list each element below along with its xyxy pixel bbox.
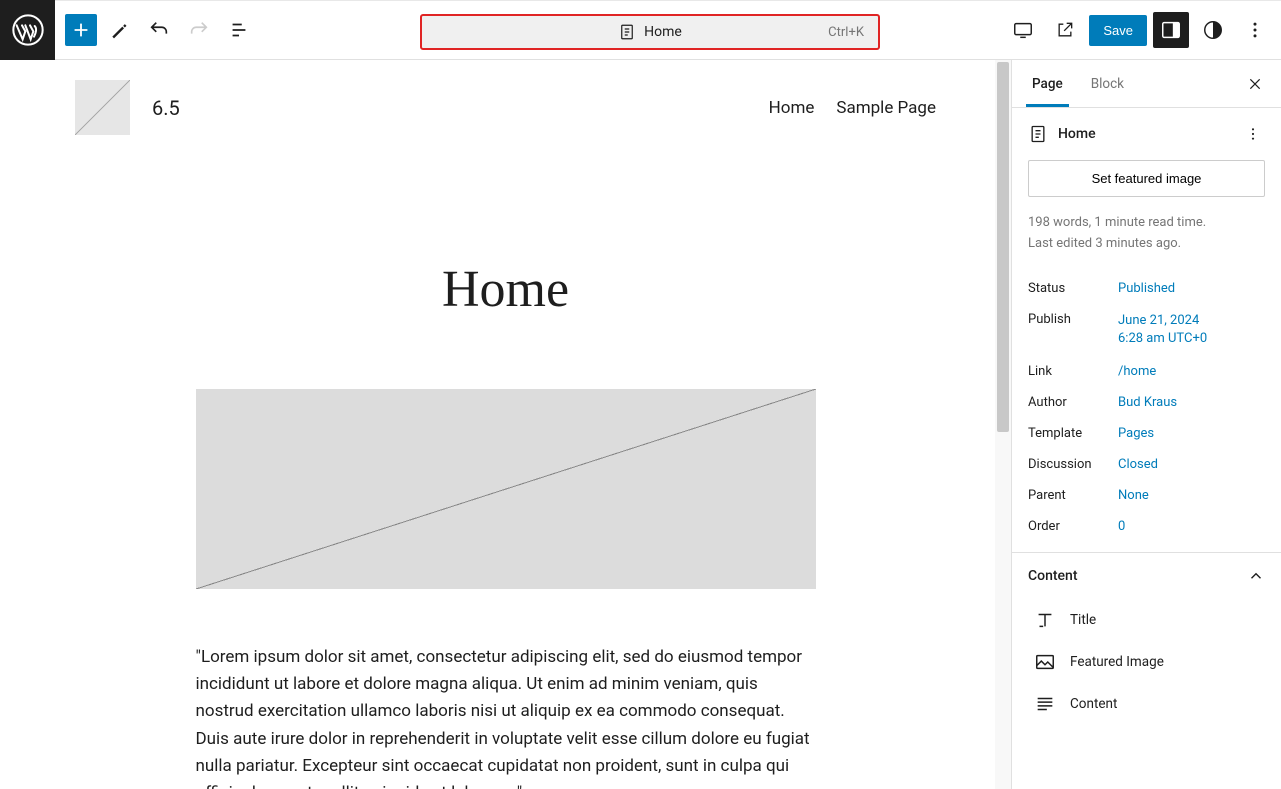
row-discussion: Discussion Closed	[1012, 449, 1281, 480]
styles-button[interactable]	[1195, 12, 1231, 48]
content-item-title[interactable]: Title	[1012, 599, 1281, 641]
toolbar-left-group	[55, 12, 257, 48]
add-block-button[interactable]	[65, 14, 97, 46]
site-title[interactable]: 6.5	[152, 96, 180, 120]
page-icon	[618, 23, 636, 41]
settings-sidebar: Page Block Home Set featured image 198 w…	[1011, 60, 1281, 789]
image-icon	[1034, 651, 1056, 673]
publish-value[interactable]: June 21, 2024 6:28 am UTC+0	[1118, 312, 1207, 348]
wordpress-logo[interactable]	[0, 0, 55, 60]
title-icon	[1034, 609, 1056, 631]
top-toolbar: Home Ctrl+K Save	[0, 0, 1281, 60]
tab-page[interactable]: Page	[1018, 62, 1077, 106]
editor-canvas[interactable]: 6.5 Home Sample Page Home "Lorem ipsum d…	[0, 60, 1011, 789]
nav-item-sample[interactable]: Sample Page	[836, 98, 936, 118]
content-icon	[1034, 693, 1056, 715]
scrollbar-thumb[interactable]	[997, 62, 1009, 432]
tools-button[interactable]	[101, 12, 137, 48]
author-value[interactable]: Bud Kraus	[1118, 395, 1177, 410]
canvas-scrollbar[interactable]	[995, 60, 1011, 789]
row-template: Template Pages	[1012, 418, 1281, 449]
parent-value[interactable]: None	[1118, 488, 1149, 503]
page-panel-header: Home	[1012, 108, 1281, 160]
undo-button[interactable]	[141, 12, 177, 48]
row-order: Order 0	[1012, 511, 1281, 542]
word-stats: 198 words, 1 minute read time.	[1028, 213, 1265, 234]
document-bar[interactable]: Home Ctrl+K	[420, 14, 880, 50]
row-status: Status Published	[1012, 273, 1281, 304]
primary-nav: Home Sample Page	[769, 98, 936, 118]
document-title: Home	[644, 24, 682, 40]
page-meta: 198 words, 1 minute read time. Last edit…	[1012, 213, 1281, 273]
nav-item-home[interactable]: Home	[769, 98, 815, 118]
last-edited: Last edited 3 minutes ago.	[1028, 234, 1265, 255]
sidebar-tabs: Page Block	[1012, 60, 1281, 108]
row-publish: Publish June 21, 2024 6:28 am UTC+0	[1012, 304, 1281, 356]
save-button[interactable]: Save	[1089, 15, 1147, 46]
template-value[interactable]: Pages	[1118, 426, 1154, 441]
set-featured-image-button[interactable]: Set featured image	[1028, 160, 1265, 197]
settings-sidebar-toggle[interactable]	[1153, 12, 1189, 48]
link-value[interactable]: /home	[1118, 364, 1156, 379]
site-logo-placeholder[interactable]	[75, 80, 130, 135]
redo-button[interactable]	[181, 12, 217, 48]
close-sidebar-button[interactable]	[1235, 70, 1275, 98]
featured-image-placeholder[interactable]	[196, 389, 816, 589]
row-link: Link /home	[1012, 356, 1281, 387]
page-icon	[1028, 124, 1048, 144]
external-link-button[interactable]	[1047, 12, 1083, 48]
panel-actions-button[interactable]	[1241, 122, 1265, 146]
row-parent: Parent None	[1012, 480, 1281, 511]
document-overview-button[interactable]	[221, 12, 257, 48]
content-section-toggle[interactable]: Content	[1012, 552, 1281, 599]
discussion-value[interactable]: Closed	[1118, 457, 1158, 472]
tab-block[interactable]: Block	[1077, 62, 1138, 106]
options-menu-button[interactable]	[1237, 12, 1273, 48]
row-author: Author Bud Kraus	[1012, 387, 1281, 418]
toolbar-right-group: Save	[1005, 12, 1281, 48]
content-item-featured[interactable]: Featured Image	[1012, 641, 1281, 683]
content-item-content[interactable]: Content	[1012, 683, 1281, 725]
site-header: 6.5 Home Sample Page	[0, 60, 1011, 155]
view-button[interactable]	[1005, 12, 1041, 48]
chevron-up-icon	[1247, 567, 1265, 585]
status-value[interactable]: Published	[1118, 281, 1175, 296]
page-title[interactable]: Home	[0, 260, 1011, 319]
command-shortcut: Ctrl+K	[828, 25, 864, 40]
order-value[interactable]: 0	[1118, 519, 1125, 534]
editor-canvas-wrap: 6.5 Home Sample Page Home "Lorem ipsum d…	[0, 60, 1011, 789]
panel-title: Home	[1058, 126, 1231, 142]
page-content-paragraph[interactable]: "Lorem ipsum dolor sit amet, consectetur…	[196, 644, 816, 789]
